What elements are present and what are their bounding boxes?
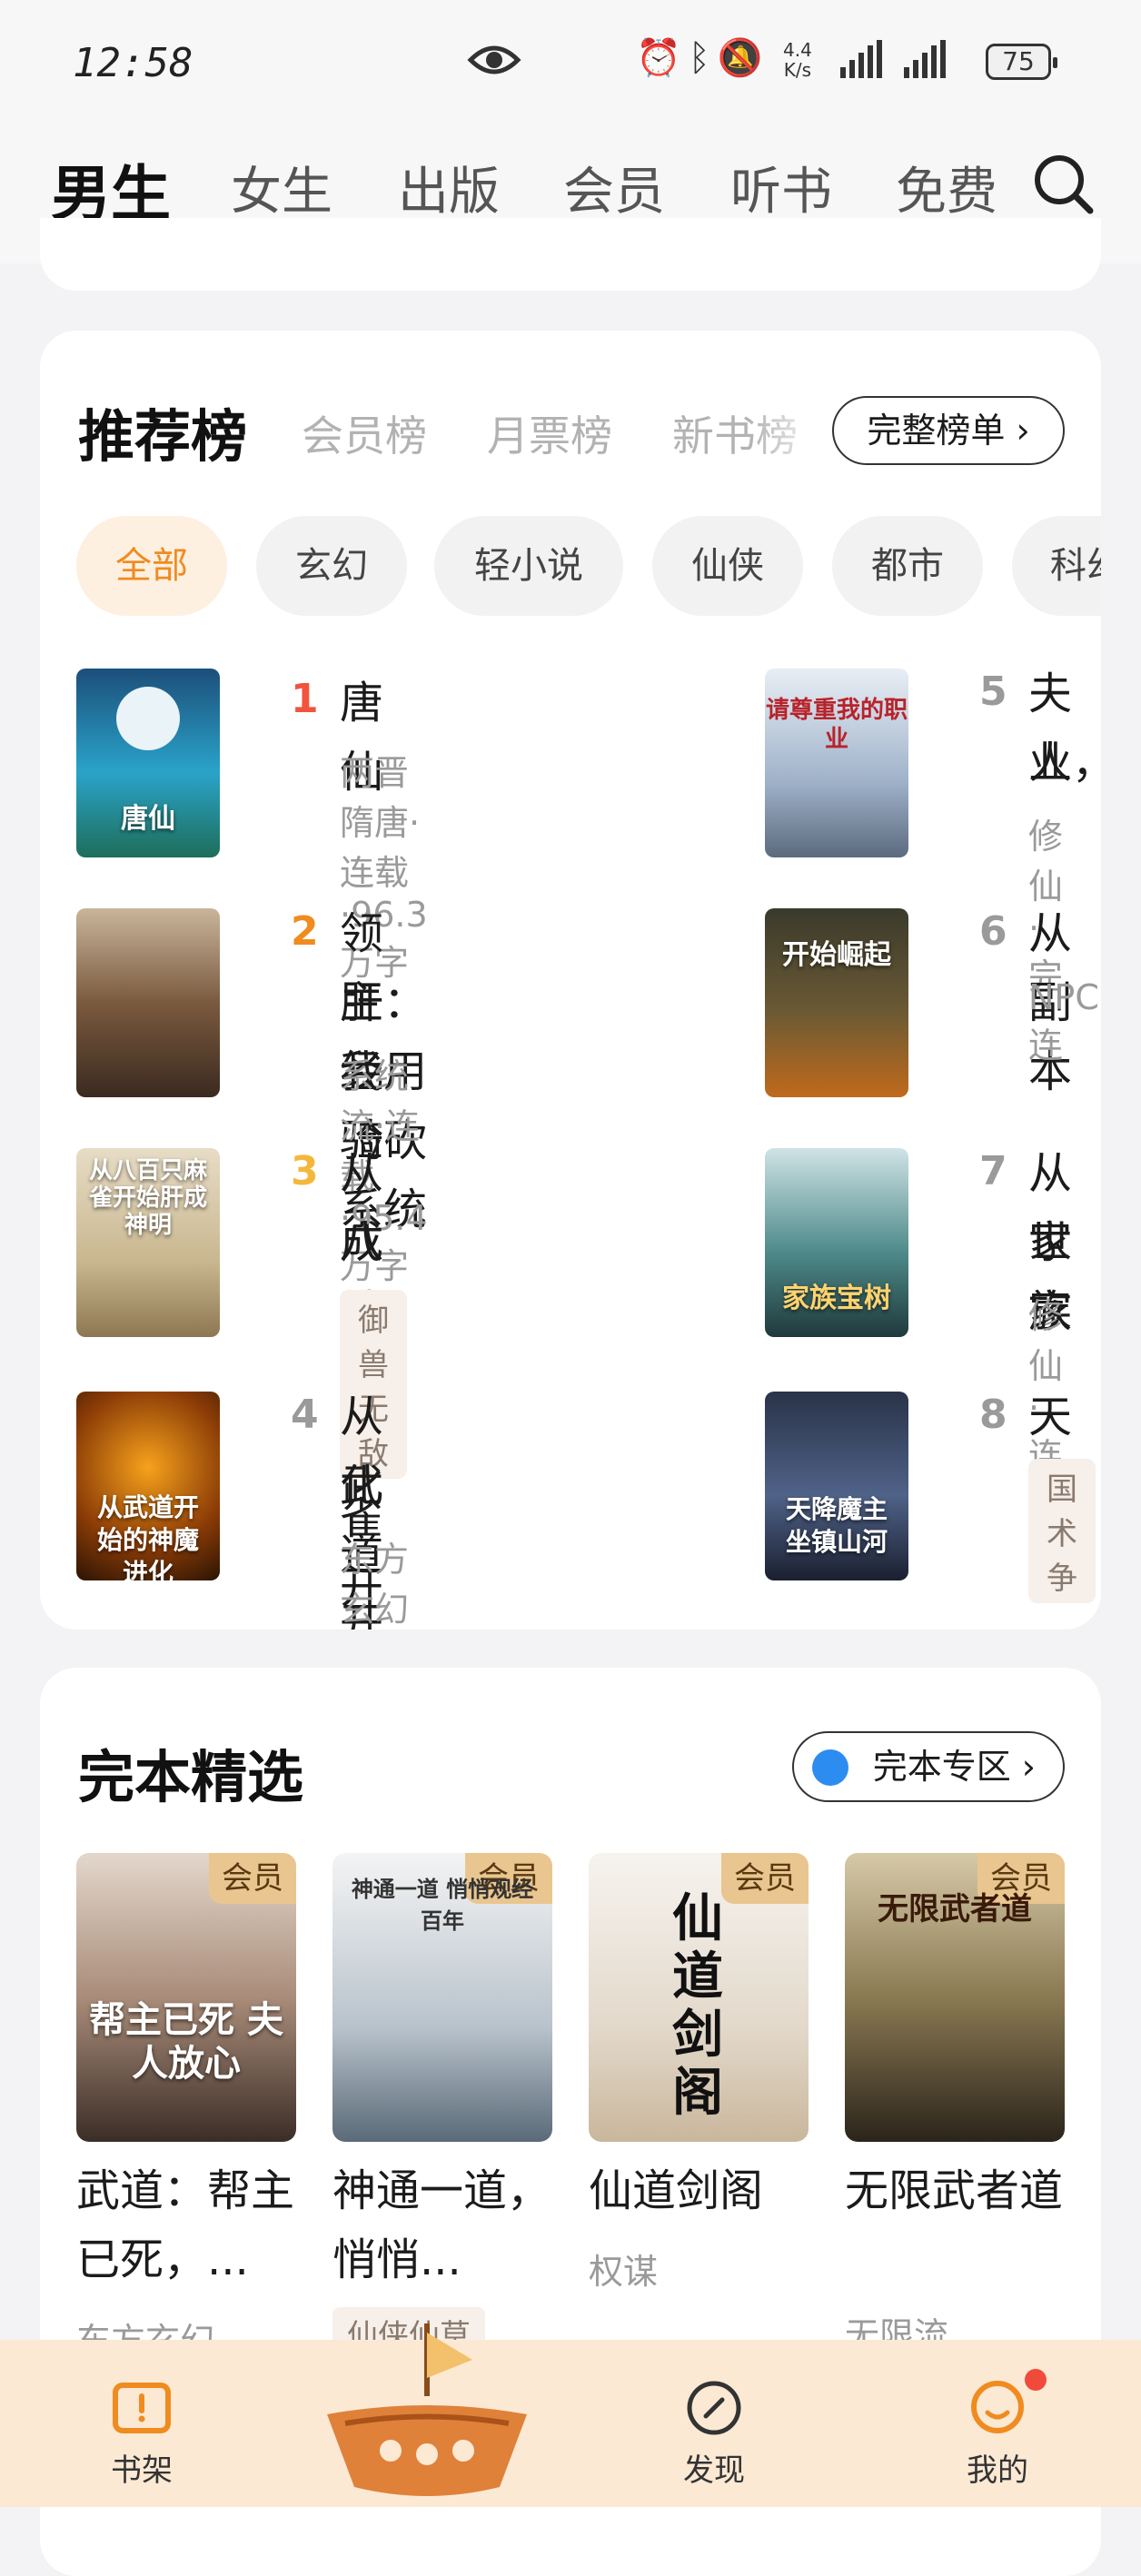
rank-subtab-monthly[interactable]: 月票榜 xyxy=(487,403,612,463)
rank-number: 1 xyxy=(291,676,319,722)
bottom-tab-discover[interactable]: 发现 xyxy=(641,2376,787,2490)
signal-icon xyxy=(840,40,977,84)
complete-book-cover-2[interactable]: 会员 神通一道 悄悄观经百年 xyxy=(332,1853,552,2142)
chip-light-novel[interactable]: 轻小说 xyxy=(434,516,623,616)
recommend-rank-card: 推荐榜 会员榜 月票榜 新书榜 完整榜单 › 全部 玄幻 轻小说 仙侠 都市 科… xyxy=(40,331,1101,1630)
bottom-tab-bookshelf[interactable]: 书架 xyxy=(69,2376,214,2490)
complete-book-title-4[interactable]: 无限武者道 xyxy=(845,2156,1072,2225)
rank-title: 推荐榜 xyxy=(78,403,248,470)
book-meta: NPC·连 xyxy=(1028,977,1101,1065)
tab-publish[interactable]: 出版 xyxy=(398,151,500,224)
network-speed: 4.4 K/s xyxy=(783,39,812,81)
notification-dot xyxy=(1025,2369,1047,2391)
tab-audio[interactable]: 听书 xyxy=(730,151,832,224)
full-list-button[interactable]: 完整榜单 › xyxy=(832,396,1065,465)
book-meta: 东方玄幻·连载·157万字 xyxy=(340,1540,410,1630)
book-cover: 天降魔主 坐镇山河 xyxy=(765,1392,908,1580)
book-cover: 家族宝树 xyxy=(765,1148,908,1337)
rank-number: 7 xyxy=(979,1148,1007,1194)
bluetooth-icon: ᛒ xyxy=(688,37,718,79)
previous-section-card xyxy=(40,218,1101,291)
tab-female[interactable]: 女生 xyxy=(231,151,332,224)
book-cover: 从武道开始的神魔进化 xyxy=(76,1392,220,1580)
chip-scifi[interactable]: 科幻 xyxy=(1012,516,1101,616)
tab-vip[interactable]: 会员 xyxy=(563,151,665,224)
book-title-line2: 化 xyxy=(340,1461,384,1511)
status-time: 12:58 xyxy=(73,40,193,86)
rank-number: 3 xyxy=(291,1148,319,1194)
book-cover: 开始崛起 xyxy=(765,908,908,1097)
tab-free[interactable]: 免费 xyxy=(896,151,997,224)
alarm-icon: ⏰ xyxy=(636,37,689,79)
rank-number: 4 xyxy=(291,1392,319,1438)
profile-face-icon xyxy=(966,2376,1029,2440)
rank-number: 5 xyxy=(979,669,1007,715)
book-title-line2: 业 xyxy=(1028,738,1073,788)
complete-book-title-2[interactable]: 神通一道，悄悄... xyxy=(332,2156,560,2294)
eye-icon xyxy=(467,42,521,82)
compass-icon xyxy=(682,2376,746,2440)
book-cover: 从八百只麻雀开始肝成神明 xyxy=(76,1148,220,1337)
complete-book-title-3[interactable]: 仙道剑阁 xyxy=(589,2156,816,2225)
status-icons: ⏰ᛒ🔕 xyxy=(636,36,770,79)
chip-all[interactable]: 全部 xyxy=(76,516,227,616)
complete-book-cover-3[interactable]: 会员 仙道剑阁 xyxy=(589,1853,809,2142)
complete-book-cover-4[interactable]: 会员 无限武者道 xyxy=(845,1853,1065,2142)
book-tag: 国术争 xyxy=(1028,1459,1096,1603)
status-bar: 12:58 ⏰ᛒ🔕 4.4 K/s 75 xyxy=(0,0,1141,127)
complete-book-title-1[interactable]: 武道：帮主已死，... xyxy=(76,2156,303,2294)
rank-subtab-vip[interactable]: 会员榜 xyxy=(302,403,427,463)
bottom-tab-me[interactable]: 我的 xyxy=(925,2376,1070,2490)
chip-xuanhuan[interactable]: 玄幻 xyxy=(256,516,407,616)
rank-number: 2 xyxy=(291,908,319,955)
vip-badge: 会员 xyxy=(721,1853,809,1904)
book-cover: 唐仙 xyxy=(76,669,220,857)
chip-urban[interactable]: 都市 xyxy=(832,516,983,616)
complete-title: 完本精选 xyxy=(78,1744,304,1810)
zone-icon xyxy=(812,1749,848,1786)
complete-book-meta-3: 权谋 xyxy=(589,2252,659,2292)
book-cover xyxy=(76,908,220,1097)
bookshelf-icon xyxy=(110,2376,174,2440)
search-icon[interactable] xyxy=(1032,153,1096,216)
complete-book-cover-1[interactable]: 会员 帮主已死 夫人放心 xyxy=(76,1853,296,2142)
chip-xianxia[interactable]: 仙侠 xyxy=(652,516,803,616)
rank-number: 8 xyxy=(979,1392,1007,1438)
complete-zone-button[interactable]: 完本专区 › xyxy=(792,1731,1065,1802)
vip-badge: 会员 xyxy=(209,1853,296,1904)
book-cover: 请尊重我的职业 xyxy=(765,669,908,857)
bottom-tab-bar: 书架 发现 我的 xyxy=(0,2323,1141,2507)
mute-icon: 🔕 xyxy=(717,37,770,79)
rank-number: 6 xyxy=(979,908,1007,955)
ship-mascot-icon[interactable] xyxy=(318,2314,536,2505)
battery-icon: 75 xyxy=(986,44,1057,80)
